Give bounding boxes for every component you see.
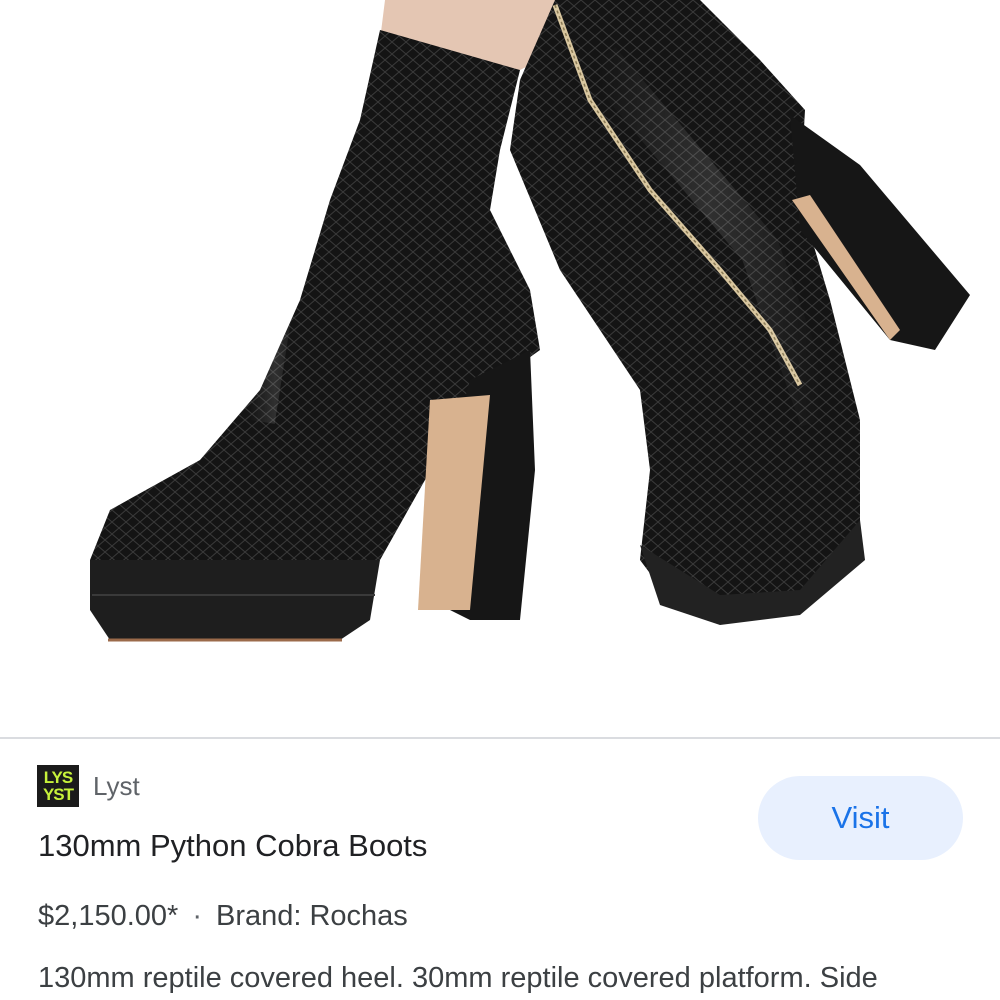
lyst-logo: LYS YST (37, 765, 79, 807)
product-description: 130mm reptile covered heel. 30mm reptile… (38, 962, 878, 994)
meta-separator: · (192, 900, 202, 932)
left-boot (90, 30, 540, 642)
product-meta: $2,150.00* · Brand: Rochas (38, 900, 408, 933)
product-brand: Brand: Rochas (215, 900, 408, 932)
product-price: $2,150.00* (38, 900, 179, 932)
product-title[interactable]: 130mm Python Cobra Boots (38, 828, 427, 864)
product-image[interactable] (0, 0, 1000, 735)
logo-text-top: LYS (43, 768, 73, 787)
source-row[interactable]: LYS YST Lyst (37, 765, 140, 807)
right-boot (510, 0, 970, 625)
visit-button[interactable]: Visit (758, 776, 963, 860)
logo-text-bottom: YST (42, 785, 74, 804)
divider (0, 737, 1000, 739)
boots-illustration (90, 0, 970, 642)
source-name: Lyst (93, 770, 140, 801)
